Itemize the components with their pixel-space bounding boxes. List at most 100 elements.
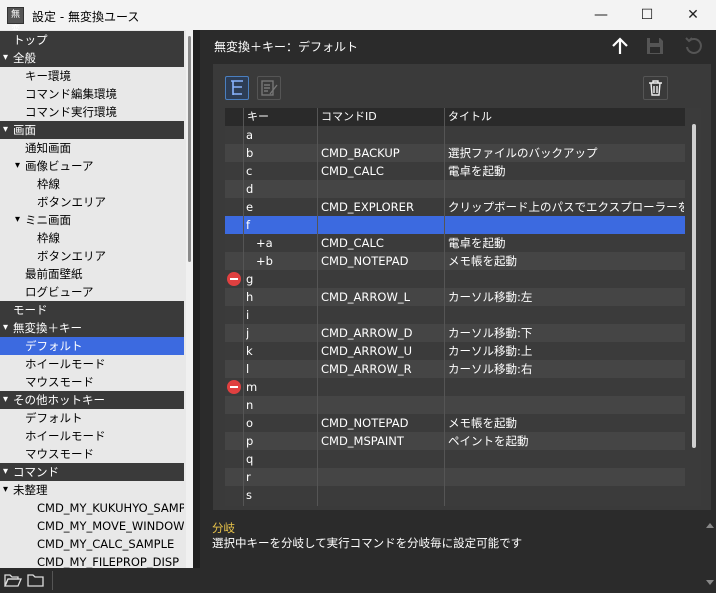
column-header-key[interactable]: キー [225, 108, 317, 126]
column-header-command-id[interactable]: コマンドID [317, 108, 444, 126]
tree-item[interactable]: コマンド実行環境 [0, 103, 184, 121]
tree-item[interactable]: コマンド編集環境 [0, 85, 184, 103]
tree-item[interactable]: 最前面壁紙 [0, 265, 184, 283]
title-cell [448, 450, 684, 468]
expand-icon[interactable]: ▾ [3, 391, 8, 409]
folder-icon[interactable] [27, 572, 45, 588]
tree-item-label: 未整理 [13, 483, 48, 497]
table-row[interactable]: a [225, 126, 685, 144]
column-header-title[interactable]: タイトル [444, 108, 685, 126]
table-row[interactable]: p CMD_MSPAINT ペイントを起動 [225, 432, 685, 450]
minimize-button[interactable]: — [578, 0, 624, 30]
save-icon[interactable] [645, 36, 665, 56]
title-cell: クリップボード上のパスでエクスプローラーを開く [448, 200, 684, 214]
table-row[interactable]: d [225, 180, 685, 198]
edit-icon[interactable] [257, 76, 281, 100]
app-icon: 無変 [7, 7, 24, 35]
tree-scrollbar[interactable] [186, 30, 193, 568]
tree-item[interactable]: モード [0, 301, 184, 319]
tree-item[interactable]: ホイールモード [0, 355, 184, 373]
tree-item[interactable]: ▾ 画面 [0, 121, 184, 139]
table-row[interactable]: k CMD_ARROW_U カーソル移動:上 [225, 342, 685, 360]
tree-item[interactable]: ボタンエリア [0, 247, 184, 265]
table-row[interactable]: g [225, 270, 685, 288]
table-row[interactable]: f [225, 216, 685, 234]
arrow-up-icon[interactable] [611, 36, 629, 56]
tree-item-label: ミニ画面 [25, 213, 71, 227]
tree-item[interactable]: ▾ 画像ビューア [0, 157, 184, 175]
table-row[interactable]: j CMD_ARROW_D カーソル移動:下 [225, 324, 685, 342]
key-cell: l [246, 362, 250, 376]
tree-item[interactable]: ボタンエリア [0, 193, 184, 211]
tree-item[interactable]: CMD_MY_MOVE_WINDOW_ [0, 517, 184, 535]
table-row[interactable]: q [225, 450, 685, 468]
tree-item[interactable]: デフォルト [0, 409, 184, 427]
tree-item[interactable]: ▾ 未整理 [0, 481, 184, 499]
table-row[interactable]: l CMD_ARROW_R カーソル移動:右 [225, 360, 685, 378]
expand-icon[interactable]: ▾ [15, 211, 20, 229]
tree-item-label: ホイールモード [25, 429, 106, 443]
table-row[interactable]: m [225, 378, 685, 396]
command-id-cell [321, 378, 443, 396]
table-row[interactable]: i [225, 306, 685, 324]
title-bar: 無変 設定 - 無変換ユース — ☐ ✕ [0, 0, 716, 35]
tree-item[interactable]: ▾ 無変換＋キー [0, 319, 184, 337]
table-row[interactable]: e CMD_EXPLORER クリップボード上のパスでエクスプローラーを開く [225, 198, 685, 216]
table-row[interactable]: h CMD_ARROW_L カーソル移動:左 [225, 288, 685, 306]
expand-icon[interactable]: ▾ [3, 49, 8, 67]
maximize-button[interactable]: ☐ [624, 0, 670, 30]
table-scrollbar-thumb[interactable] [692, 124, 696, 448]
title-cell: 選択ファイルのバックアップ [448, 146, 598, 160]
scroll-down-arrow-icon[interactable] [706, 580, 714, 585]
tree-item[interactable]: トップ [0, 31, 184, 49]
tree-item[interactable]: キー環境 [0, 67, 184, 85]
command-id-cell [321, 468, 443, 486]
tree-scrollbar-thumb[interactable] [188, 36, 191, 262]
tree-item[interactable]: ホイールモード [0, 427, 184, 445]
tree-item[interactable]: ▾ コマンド [0, 463, 184, 481]
table-row[interactable]: c CMD_CALC 電卓を起動 [225, 162, 685, 180]
trash-icon[interactable] [643, 76, 668, 100]
table-row[interactable]: +b CMD_NOTEPAD メモ帳を起動 [225, 252, 685, 270]
tree-item[interactable]: デフォルト [0, 337, 184, 355]
key-cell: q [246, 452, 254, 466]
tree-item[interactable]: ログビューア [0, 283, 184, 301]
tree-item[interactable]: CMD_MY_KUKUHYO_SAMPLE [0, 499, 184, 517]
description-panel: 分岐 選択中キーを分岐して実行コマンドを分岐毎に設定可能です [207, 517, 705, 593]
expand-icon[interactable]: ▾ [3, 481, 8, 499]
branch-icon[interactable] [225, 76, 249, 100]
tree-item[interactable]: 通知画面 [0, 139, 184, 157]
revert-icon[interactable] [683, 36, 705, 56]
table-row[interactable]: n [225, 396, 685, 414]
tree-item[interactable]: ▾ その他ホットキー [0, 391, 184, 409]
expand-icon[interactable]: ▾ [3, 121, 8, 139]
folder-open-icon[interactable] [4, 572, 22, 588]
expand-icon[interactable]: ▾ [3, 463, 8, 481]
table-row[interactable]: s [225, 486, 685, 504]
expand-icon[interactable]: ▾ [3, 319, 8, 337]
tree-item[interactable]: CMD_MY_FILEPROP_DISP [0, 553, 184, 568]
scroll-up-arrow-icon[interactable] [706, 523, 714, 528]
tree-item-label: 画像ビューア [25, 159, 94, 173]
tree-item-label: コマンド編集環境 [25, 87, 117, 101]
table-scrollbar[interactable] [686, 108, 701, 506]
table-row[interactable]: o CMD_NOTEPAD メモ帳を起動 [225, 414, 685, 432]
table-row[interactable]: b CMD_BACKUP 選択ファイルのバックアップ [225, 144, 685, 162]
table-row[interactable]: +a CMD_CALC 電卓を起動 [225, 234, 685, 252]
tree-item[interactable]: 枠線 [0, 175, 184, 193]
window-title: 設定 - 無変換ユース [32, 10, 140, 24]
close-button[interactable]: ✕ [670, 0, 716, 30]
command-id-cell: CMD_ARROW_L [321, 290, 410, 304]
table-row[interactable]: r [225, 468, 685, 486]
tree-item[interactable]: マウスモード [0, 445, 184, 463]
tree-item[interactable]: ▾ ミニ画面 [0, 211, 184, 229]
tree-item[interactable]: 枠線 [0, 229, 184, 247]
description-scrollbar[interactable] [703, 517, 716, 593]
tree-item[interactable]: マウスモード [0, 373, 184, 391]
title-cell: ペイントを起動 [448, 434, 529, 448]
tree-item[interactable]: ▾ 全般 [0, 49, 184, 67]
tree-item-label: キー環境 [25, 69, 71, 83]
expand-icon[interactable]: ▾ [15, 157, 20, 175]
key-cell: j [246, 326, 250, 340]
tree-item[interactable]: CMD_MY_CALC_SAMPLE [0, 535, 184, 553]
